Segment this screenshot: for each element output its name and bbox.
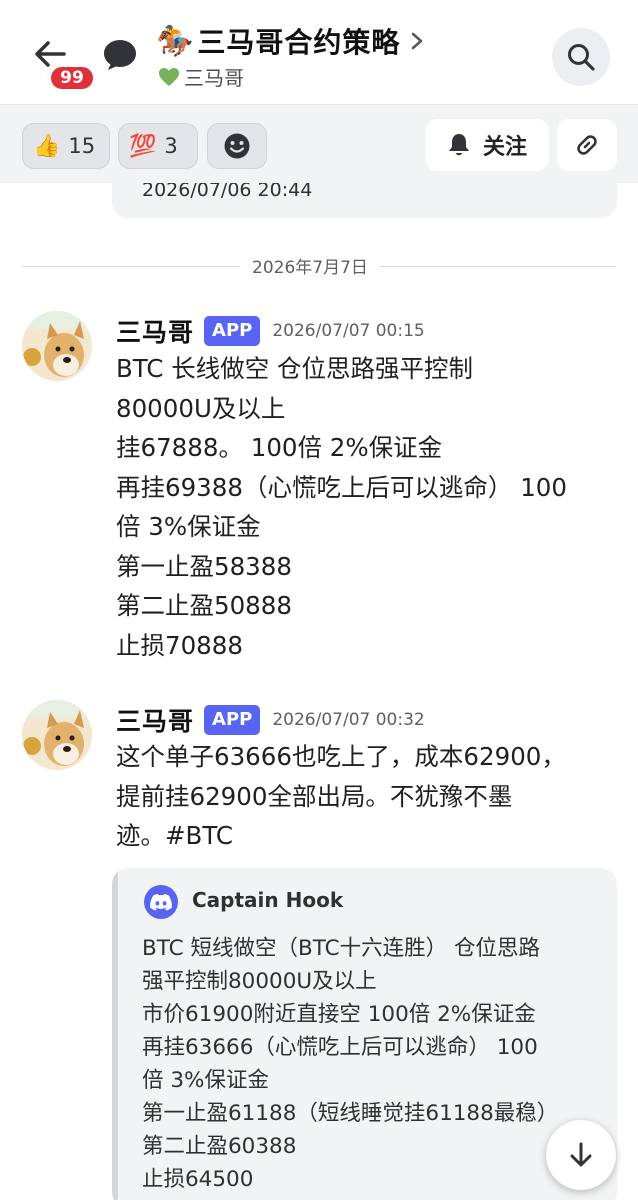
message-line: BTC 长线做空 仓位思路强平控制 bbox=[116, 354, 474, 383]
message-header: 三马哥 APP 2026/07/07 00:32 bbox=[116, 702, 425, 738]
embed-line: 再挂63666（心慌吃上后可以逃命） 100 bbox=[142, 1035, 538, 1060]
channel-subtitle-row: 三马哥 bbox=[158, 62, 244, 91]
channel-header: 99 🏇 三马哥合约策略 三马哥 bbox=[0, 0, 638, 105]
message-line: 这个单子63666也吃上了，成本62900， bbox=[116, 742, 566, 771]
app-tag: APP bbox=[204, 705, 261, 735]
embed-line: 第二止盈60388 bbox=[142, 1134, 297, 1159]
embed-body: BTC 短线做空（BTC十六连胜） 仓位思路 强平控制80000U及以上 市价6… bbox=[142, 932, 558, 1196]
embed-line: BTC 短线做空（BTC十六连胜） 仓位思路 bbox=[142, 936, 540, 961]
embed-line: 止损64500 bbox=[142, 1167, 254, 1192]
search-icon bbox=[568, 44, 595, 71]
message-line: 第一止盈58388 bbox=[116, 551, 292, 581]
reaction-thumbs-up[interactable]: 👍 15 bbox=[22, 123, 110, 169]
message-line: 提前挂62900全部出局。不犹豫不墨 bbox=[116, 781, 513, 811]
doge-avatar-image bbox=[22, 700, 92, 770]
message-line: 挂67888。 100倍 2%保证金 bbox=[116, 433, 443, 462]
smile-add-icon bbox=[224, 133, 250, 159]
arrow-down-icon bbox=[570, 1142, 592, 1167]
unread-badge: 99 bbox=[48, 64, 96, 92]
message-line: 第二止盈50888 bbox=[116, 591, 292, 620]
message-body: 这个单子63666也吃上了，成本62900， 提前挂62900全部出局。不犹豫不… bbox=[116, 737, 621, 856]
follow-label: 关注 bbox=[482, 135, 527, 160]
embed-author-avatar bbox=[144, 885, 178, 919]
channel-screen: 99 🏇 三马哥合约策略 三马哥 👍 15 💯 3 关注 2026/07/06 … bbox=[0, 0, 638, 1200]
reaction-action-bar: 👍 15 💯 3 关注 bbox=[0, 105, 638, 183]
message-line: 迹。#BTC bbox=[116, 821, 233, 850]
add-reaction-button[interactable] bbox=[207, 123, 267, 169]
message-timestamp: 2026/07/07 00:32 bbox=[272, 710, 425, 730]
discord-icon bbox=[150, 893, 172, 910]
message-line: 倍 3%保证金 bbox=[116, 512, 261, 541]
embed-line: 市价61900附近直接空 100倍 2%保证金 bbox=[142, 1002, 536, 1027]
author-name[interactable]: 三马哥 bbox=[116, 313, 194, 349]
scroll-to-bottom-button[interactable] bbox=[546, 1120, 616, 1190]
channel-title: 三马哥合约策略 bbox=[197, 26, 401, 59]
embed-line: 倍 3%保证金 bbox=[142, 1068, 269, 1093]
horse-racing-emoji: 🏇 bbox=[156, 23, 194, 59]
message-body: BTC 长线做空 仓位思路强平控制 80000U及以上 挂67888。 100倍… bbox=[116, 349, 621, 665]
follow-button[interactable]: 关注 bbox=[425, 119, 549, 171]
reaction-count: 3 bbox=[164, 134, 178, 158]
reaction-hundred[interactable]: 💯 3 bbox=[118, 123, 198, 169]
chat-bubble-icon[interactable] bbox=[102, 38, 138, 72]
bell-icon bbox=[448, 134, 469, 156]
chevron-right-icon bbox=[412, 32, 423, 50]
message-line: 再挂69388（心慌吃上后可以逃命） 100 bbox=[116, 472, 567, 502]
message-line: 80000U及以上 bbox=[116, 393, 286, 423]
date-divider-label: 2026年7月7日 bbox=[240, 253, 380, 278]
app-tag: APP bbox=[204, 316, 261, 346]
reaction-count: 15 bbox=[68, 134, 96, 158]
embed-line: 强平控制80000U及以上 bbox=[142, 969, 377, 994]
reaction-emoji: 💯 bbox=[129, 133, 157, 159]
message-line: 止损70888 bbox=[116, 630, 243, 660]
channel-title-row[interactable]: 🏇 三马哥合约策略 bbox=[156, 20, 424, 62]
green-heart-icon bbox=[159, 67, 179, 86]
message-timestamp: 2026/07/07 00:15 bbox=[272, 321, 425, 341]
quoted-embed: Captain Hook BTC 短线做空（BTC十六连胜） 仓位思路 强平控制… bbox=[112, 868, 617, 1200]
author-name[interactable]: 三马哥 bbox=[116, 702, 194, 738]
avatar[interactable] bbox=[22, 311, 92, 381]
embed-accent-bar bbox=[112, 868, 118, 1200]
avatar[interactable] bbox=[22, 700, 92, 770]
copy-link-button[interactable] bbox=[557, 119, 617, 171]
channel-subtitle: 三马哥 bbox=[184, 66, 244, 90]
reaction-emoji: 👍 bbox=[33, 133, 61, 159]
link-icon bbox=[577, 135, 597, 155]
embed-line: 第一止盈61188（短线睡觉挂61188最稳） bbox=[142, 1101, 559, 1126]
search-button[interactable] bbox=[552, 28, 610, 86]
embed-author-name[interactable]: Captain Hook bbox=[192, 888, 343, 912]
doge-avatar-image bbox=[22, 311, 92, 381]
message-header: 三马哥 APP 2026/07/07 00:15 bbox=[116, 313, 425, 349]
